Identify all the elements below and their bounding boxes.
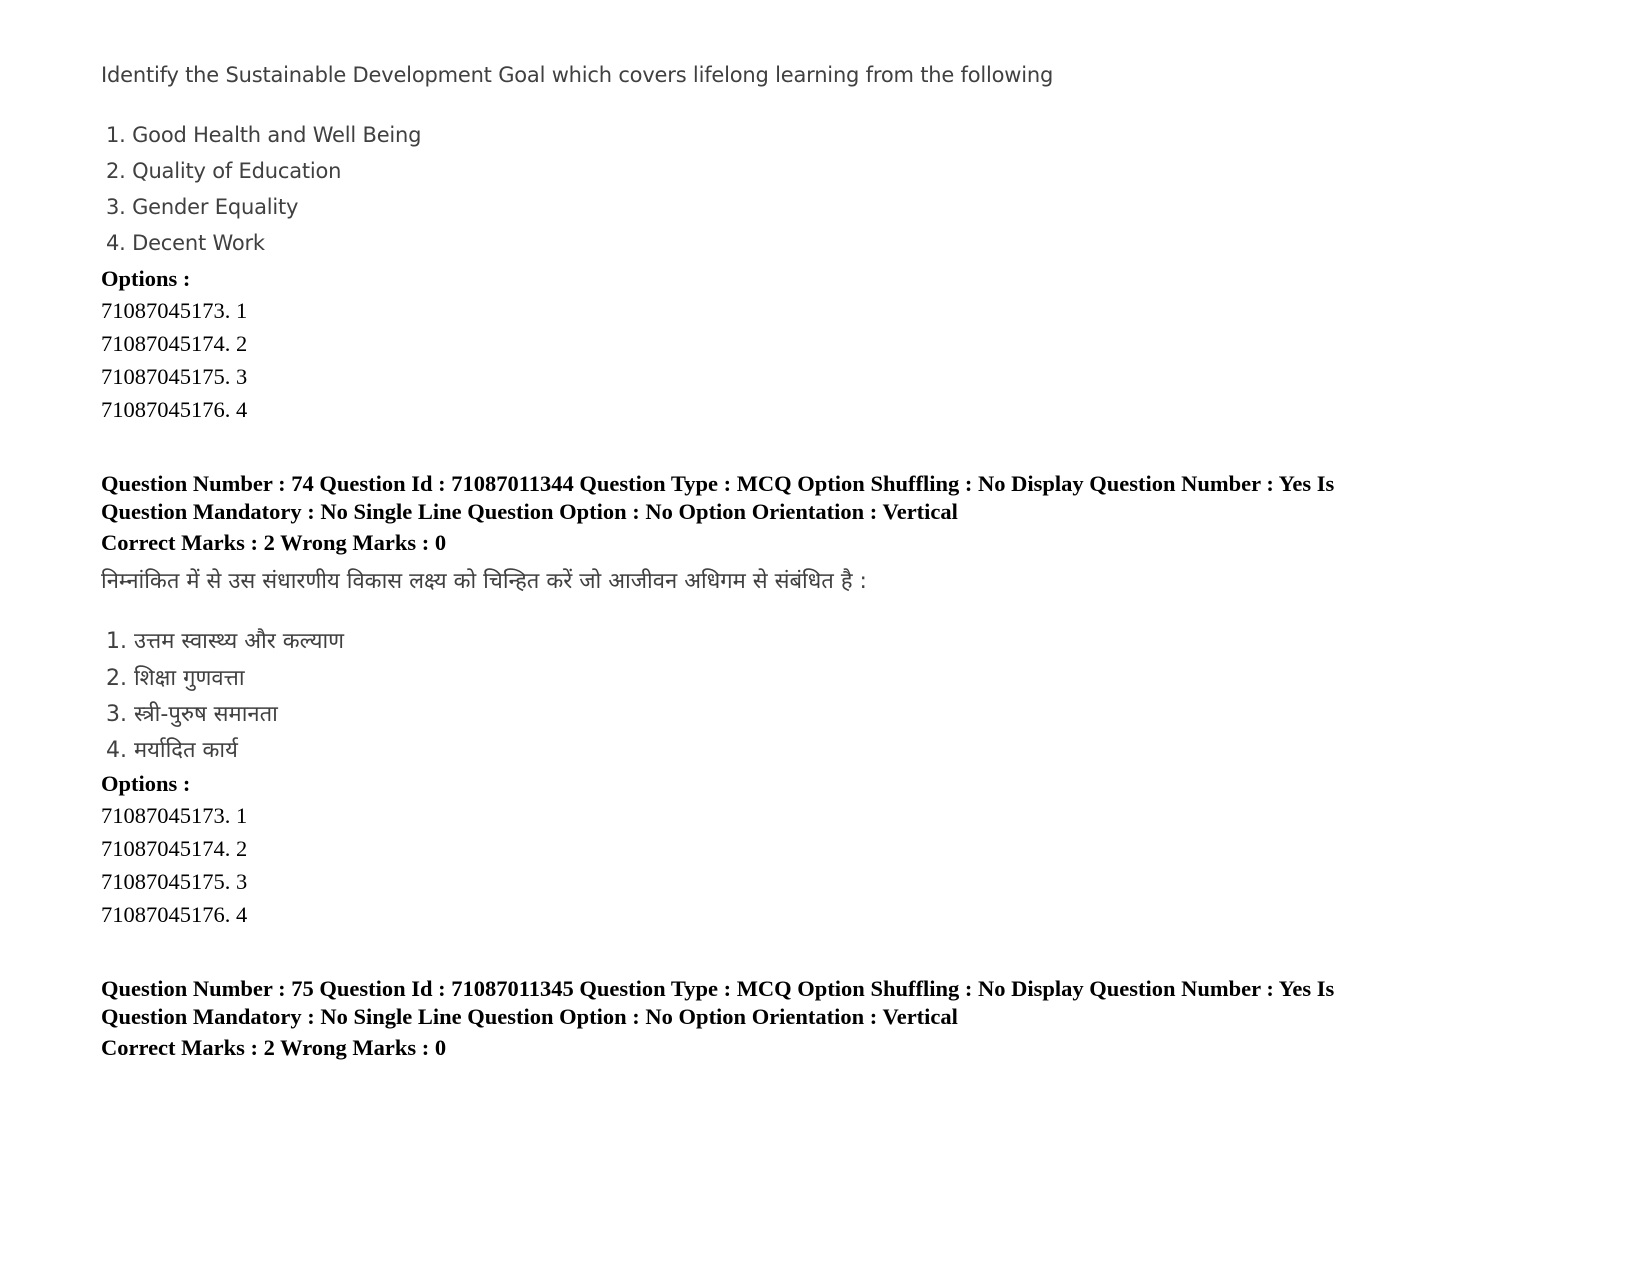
- question-item: 4. Decent Work: [106, 231, 265, 255]
- option-entry: 71087045174. 2: [101, 836, 248, 861]
- question-meta: Question Number : 75 Question Id : 71087…: [101, 975, 1501, 1031]
- option-entry: 71087045176. 4: [101, 397, 248, 422]
- options-label: Options :: [101, 771, 191, 796]
- document-page: Identify the Sustainable Development Goa…: [0, 0, 1650, 1275]
- question-item: 4. मर्यादित कार्य: [106, 738, 238, 763]
- question-item: 1. Good Health and Well Being: [106, 123, 422, 147]
- question-meta: Question Number : 74 Question Id : 71087…: [101, 470, 1501, 526]
- option-entry: 71087045175. 3: [101, 364, 248, 389]
- question-text-hindi: निम्नांकित में से उस संधारणीय विकास लक्ष…: [101, 569, 867, 594]
- marks-info: Correct Marks : 2 Wrong Marks : 0: [101, 530, 447, 555]
- option-entry: 71087045175. 3: [101, 869, 248, 894]
- question-text-english: Identify the Sustainable Development Goa…: [101, 63, 1054, 87]
- question-item: 2. शिक्षा गुणवत्ता: [106, 666, 245, 691]
- question-item: 3. Gender Equality: [106, 195, 299, 219]
- marks-info: Correct Marks : 2 Wrong Marks : 0: [101, 1035, 447, 1060]
- question-meta-line: Question Number : 75 Question Id : 71087…: [101, 976, 1335, 1001]
- question-item: 1. उत्तम स्वास्थ्य और कल्याण: [106, 629, 345, 654]
- option-entry: 71087045176. 4: [101, 902, 248, 927]
- options-label: Options :: [101, 266, 191, 291]
- option-entry: 71087045173. 1: [101, 298, 248, 323]
- question-item: 3. स्त्री-पुरुष समानता: [106, 702, 278, 727]
- option-entry: 71087045173. 1: [101, 803, 248, 828]
- question-meta-line: Question Number : 74 Question Id : 71087…: [101, 471, 1335, 496]
- question-meta-line: Question Mandatory : No Single Line Ques…: [101, 1004, 958, 1029]
- question-meta-line: Question Mandatory : No Single Line Ques…: [101, 499, 958, 524]
- question-item: 2. Quality of Education: [106, 159, 342, 183]
- option-entry: 71087045174. 2: [101, 331, 248, 356]
